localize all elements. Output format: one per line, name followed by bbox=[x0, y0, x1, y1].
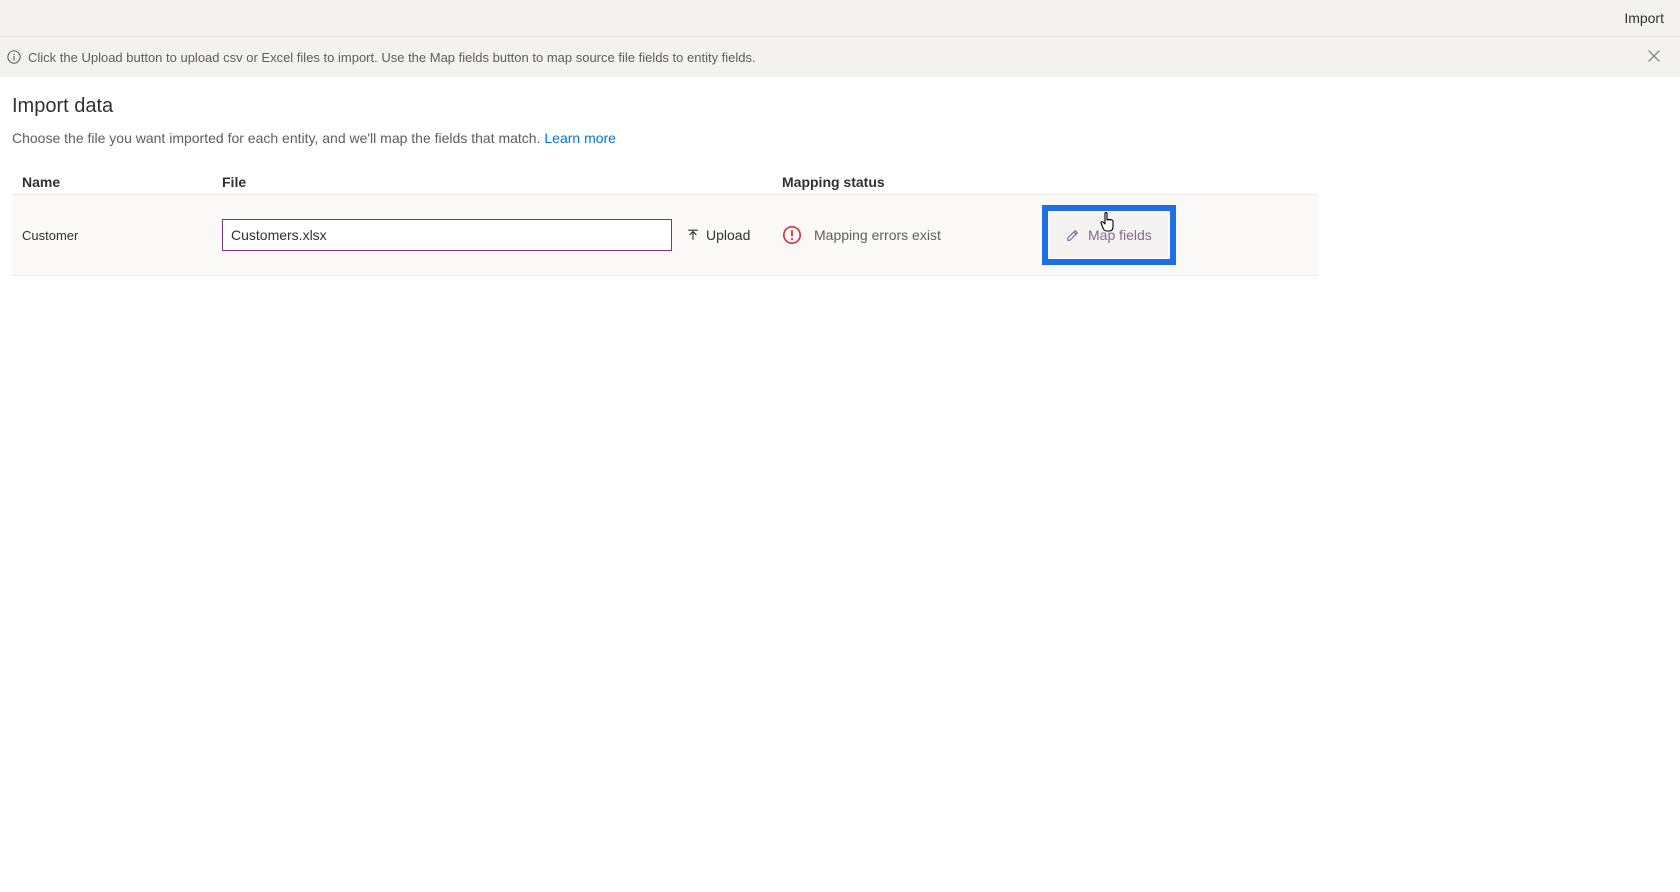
file-input[interactable] bbox=[222, 219, 672, 251]
upload-button[interactable]: Upload bbox=[682, 221, 754, 249]
page-subtitle-text: Choose the file you want imported for ea… bbox=[12, 130, 544, 146]
close-icon[interactable] bbox=[1640, 45, 1668, 69]
upload-icon bbox=[686, 228, 700, 242]
map-fields-label: Map fields bbox=[1088, 227, 1152, 243]
tutorial-highlight: Map fields bbox=[1042, 205, 1176, 265]
entity-name-cell: Customer bbox=[22, 228, 222, 243]
table-row: Customer Upload Mapping errors exist bbox=[12, 194, 1318, 276]
info-icon bbox=[6, 49, 22, 65]
col-header-file: File bbox=[222, 174, 782, 190]
learn-more-link[interactable]: Learn more bbox=[544, 130, 616, 146]
edit-icon bbox=[1066, 228, 1080, 242]
col-header-mapping-status: Mapping status bbox=[782, 174, 1042, 190]
upload-button-label: Upload bbox=[706, 227, 750, 243]
mapping-status-text: Mapping errors exist bbox=[814, 227, 941, 243]
error-icon bbox=[782, 225, 802, 245]
mapfields-cell: Map fields bbox=[1042, 205, 1342, 265]
import-grid: Name File Mapping status Customer Upload bbox=[12, 174, 1668, 276]
page-subtitle: Choose the file you want imported for ea… bbox=[12, 130, 1668, 146]
grid-header: Name File Mapping status bbox=[12, 174, 1668, 194]
page-title: Import data bbox=[12, 95, 1668, 118]
mapping-status-cell: Mapping errors exist bbox=[782, 225, 1042, 245]
header-import-label: Import bbox=[1624, 10, 1664, 26]
map-fields-button[interactable]: Map fields bbox=[1050, 213, 1168, 257]
col-header-name: Name bbox=[22, 174, 222, 190]
info-banner: Click the Upload button to upload csv or… bbox=[0, 36, 1680, 77]
main-content: Import data Choose the file you want imp… bbox=[0, 77, 1680, 276]
file-cell: Upload bbox=[222, 219, 782, 251]
header-bar: Import bbox=[0, 0, 1680, 36]
info-banner-text: Click the Upload button to upload csv or… bbox=[28, 50, 1640, 65]
